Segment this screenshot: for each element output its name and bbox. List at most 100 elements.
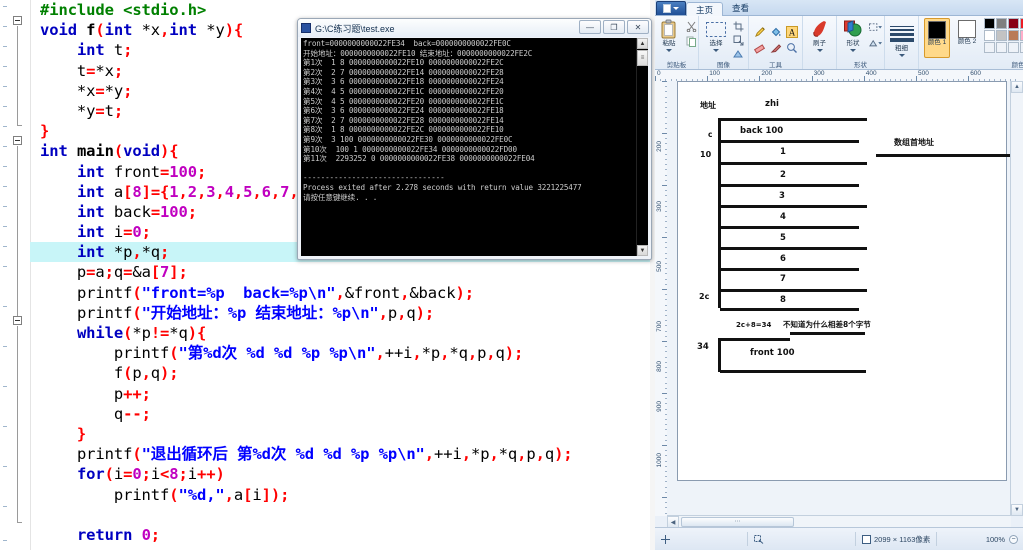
canvas-vertical-scrollbar[interactable]: ▲ ▼	[1010, 81, 1023, 516]
magnifier-icon[interactable]	[784, 40, 799, 55]
scroll-up-icon[interactable]: ▲	[637, 38, 648, 49]
palette-swatch-0-1[interactable]	[996, 18, 1007, 29]
console-scrollbar-thumb[interactable]: ≡	[637, 50, 648, 66]
color-palette[interactable]	[984, 18, 1023, 53]
paint-ribbon[interactable]: 粘贴 剪贴板 选择 图像 A 工具 刷子 形状 形状 粗细 颜色 1 颜色 2 …	[655, 16, 1023, 70]
row-value: 3	[779, 191, 785, 201]
color1-button[interactable]: 颜色 1	[924, 18, 950, 58]
fill-style-icon[interactable]	[869, 37, 882, 50]
eraser-icon[interactable]	[752, 40, 767, 55]
chevron-down-icon	[713, 49, 719, 52]
code-token: 0	[132, 223, 142, 242]
text-icon[interactable]: A	[784, 24, 799, 39]
code-line[interactable]: printf("开始地址：%p 结束地址：%p\n",p,q);	[30, 303, 650, 323]
code-token: }	[40, 122, 50, 141]
minimize-icon[interactable]: —	[579, 20, 601, 34]
paint-canvas[interactable]: 地址 zhi c 10 2c 34 back 100 1 2 3 4 5 6 7…	[677, 81, 1011, 481]
chevron-down-icon	[898, 53, 905, 57]
code-line[interactable]: printf("front=%p back=%p\n",&front,&back…	[30, 283, 650, 303]
palette-swatch-2-2[interactable]	[1008, 42, 1019, 53]
outline-icon[interactable]	[869, 21, 882, 34]
code-token: 1	[169, 182, 179, 201]
code-token: q	[406, 303, 416, 322]
console-scrollbar[interactable]: ▲ ≡ ▼	[636, 38, 648, 256]
code-line[interactable]: while(*p!=*q){	[30, 323, 650, 343]
cut-icon[interactable]	[685, 20, 698, 33]
code-line[interactable]: p=a;q=&a[7];	[30, 262, 650, 282]
zoom-out-button[interactable]: −	[1009, 534, 1018, 544]
canvas-viewport[interactable]: 地址 zhi c 10 2c 34 back 100 1 2 3 4 5 6 7…	[667, 81, 1011, 516]
tool-grid[interactable]: A	[752, 24, 799, 55]
fold-toggle-while[interactable]	[13, 316, 22, 325]
fill-icon[interactable]	[768, 24, 783, 39]
maximize-icon[interactable]: ❐	[603, 20, 625, 34]
code-token: *p	[113, 243, 133, 262]
address-label-10: 10	[700, 150, 712, 159]
code-line[interactable]: f(p,q);	[30, 363, 650, 383]
pencil-icon[interactable]	[752, 24, 767, 39]
close-icon[interactable]: ✕	[627, 20, 649, 34]
palette-swatch-2-0[interactable]	[984, 42, 995, 53]
code-line[interactable]: for(i=0;i<8;i++)	[30, 464, 650, 484]
palette-swatch-0-0[interactable]	[984, 18, 995, 29]
console-output-area[interactable]: front=0000000000022FE34 back=00000000000…	[301, 38, 648, 256]
crop-icon[interactable]	[732, 20, 745, 33]
code-token: ,	[215, 182, 225, 201]
color2-button[interactable]: 颜色 2	[954, 18, 980, 58]
code-token: ;	[196, 162, 207, 181]
scroll-up-icon[interactable]: ▲	[1011, 81, 1023, 93]
palette-swatch-1-1[interactable]	[996, 30, 1007, 41]
code-token: =	[123, 223, 133, 242]
code-line[interactable]: printf("%d,",a[i]);	[30, 485, 650, 505]
code-line[interactable]: }	[30, 424, 650, 444]
code-token: *y	[206, 21, 225, 40]
code-line[interactable]: printf("退出循环后 第%d次 %d %d %p %p\n",++i,*p…	[30, 444, 650, 464]
palette-swatch-2-1[interactable]	[996, 42, 1007, 53]
console-window[interactable]: G:\C练习题\test.exe — ❐ ✕ front=00000000000…	[297, 18, 652, 260]
code-line[interactable]: q--;	[30, 404, 650, 424]
code-token: ++	[123, 384, 142, 403]
paint-window[interactable]: 主页 查看 粘贴 剪贴板 选择 图像 A 工具 刷子 形状 形状 粗细 颜色 1…	[655, 0, 1023, 550]
code-token: *q	[498, 445, 518, 464]
hscroll-thumb[interactable]: ⋯	[681, 517, 794, 527]
code-line[interactable]: p++;	[30, 384, 650, 404]
scroll-down-icon[interactable]: ▼	[1011, 504, 1023, 516]
code-token: ++	[196, 465, 216, 484]
code-line[interactable]	[30, 545, 650, 550]
palette-swatch-1-2[interactable]	[1008, 30, 1019, 41]
brush-icon	[810, 18, 830, 40]
code-token: ,	[486, 344, 496, 363]
code-line[interactable]: printf("第%d次 %d %d %p %p\n",++i,*p,*q,p,…	[30, 343, 650, 363]
size-button[interactable]: 粗细	[887, 23, 917, 57]
copy-icon[interactable]	[685, 35, 698, 48]
paste-button[interactable]: 粘贴	[655, 18, 683, 52]
palette-swatch-0-2[interactable]	[1008, 18, 1019, 29]
code-token: "开始地址：%p 结束地址：%p\n"	[141, 303, 379, 322]
fold-toggle-function-main[interactable]	[13, 136, 22, 145]
resize-icon[interactable]	[732, 34, 745, 47]
scroll-down-icon[interactable]: ▼	[637, 245, 648, 256]
side-note-underline	[876, 154, 1011, 157]
console-titlebar[interactable]: G:\C练习题\test.exe — ❐ ✕	[298, 19, 651, 37]
code-token: int	[76, 243, 114, 262]
file-menu-button[interactable]	[656, 1, 686, 15]
fold-toggle-function-f[interactable]	[13, 16, 22, 25]
zoom-controls[interactable]: 100% −	[937, 534, 1023, 544]
editor-gutter[interactable]	[0, 0, 31, 550]
select-button[interactable]: 选择	[702, 18, 730, 52]
code-token: printf	[113, 344, 170, 363]
shapes-button[interactable]: 形状	[839, 18, 867, 52]
code-token: t	[113, 41, 124, 60]
tab-home[interactable]: 主页	[686, 2, 724, 16]
color-picker-icon[interactable]	[768, 40, 783, 55]
code-token: q	[544, 445, 555, 464]
svg-text:A: A	[788, 27, 795, 37]
code-line[interactable]	[30, 505, 650, 525]
gutter-tick	[3, 166, 7, 167]
brush-button[interactable]: 刷子	[806, 18, 834, 52]
code-line[interactable]: return 0;	[30, 525, 650, 545]
code-token: ++i	[434, 445, 462, 464]
paint-tabbar[interactable]: 主页 查看	[655, 0, 1023, 16]
palette-swatch-1-0[interactable]	[984, 30, 995, 41]
tab-view[interactable]: 查看	[723, 1, 758, 15]
